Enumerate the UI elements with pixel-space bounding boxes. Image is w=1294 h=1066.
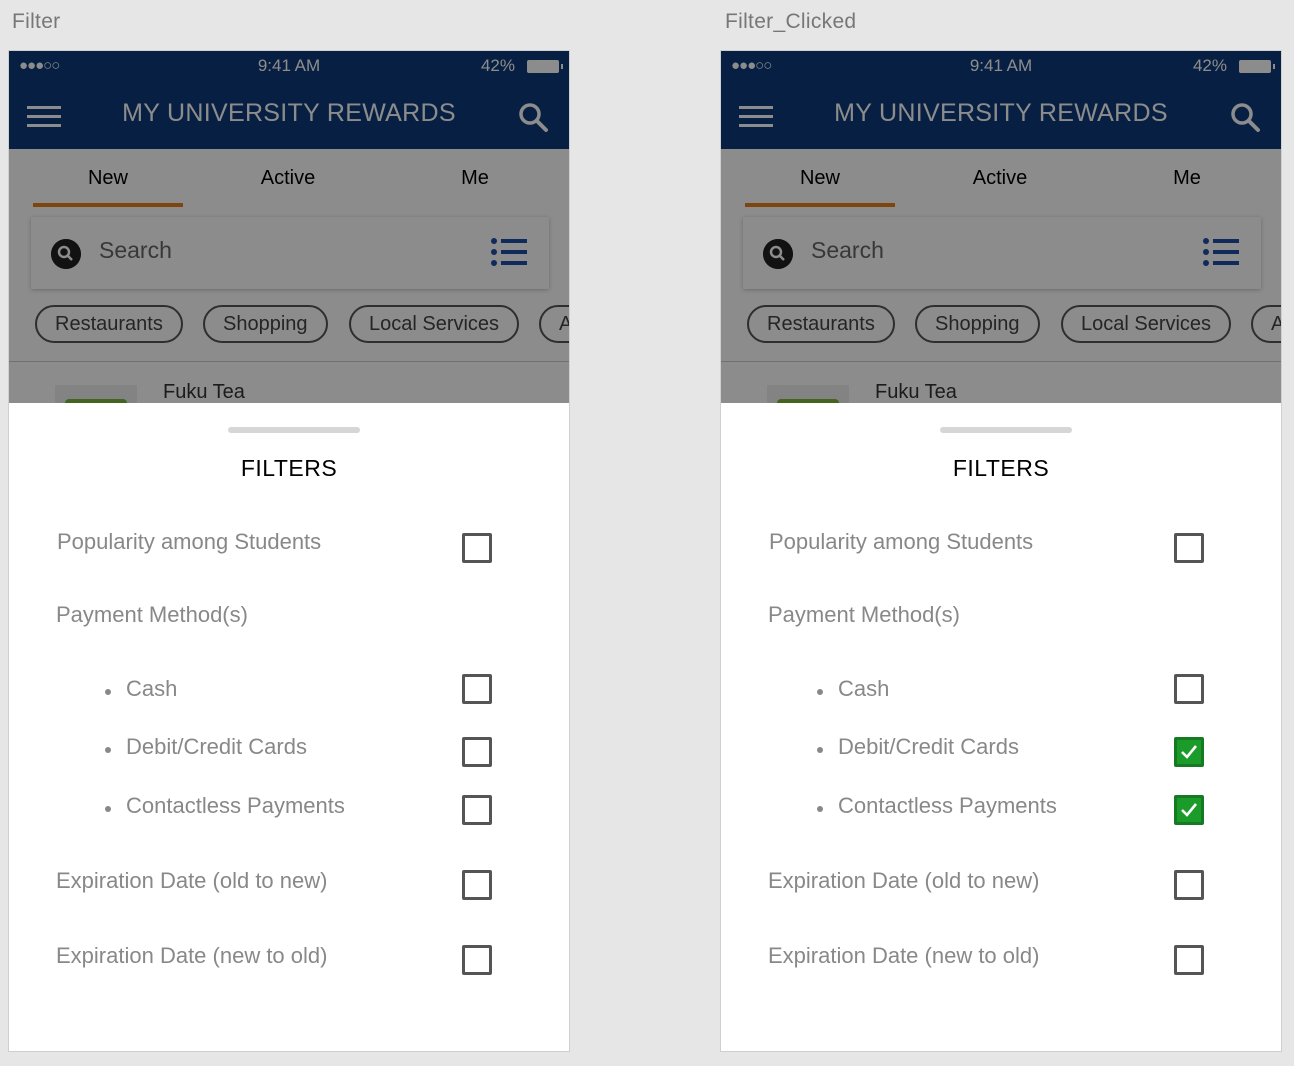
checkmark-icon [1181,803,1198,817]
bullet [817,747,823,753]
filter-label-contactless: Contactless Payments [126,793,345,818]
checkbox-contactless[interactable] [1174,795,1204,825]
checkmark-icon [1181,745,1198,759]
checkbox-exp-old-new[interactable] [462,870,492,900]
checkbox-cash[interactable] [462,674,492,704]
filter-label-exp-new-old: Expiration Date (new to old) [56,943,328,968]
bullet [105,747,111,753]
filter-label-contactless: Contactless Payments [838,793,1057,818]
checkbox-popularity[interactable] [462,533,492,563]
filter-label-exp-old-new: Expiration Date (old to new) [768,868,1040,893]
filter-label-cards: Debit/Credit Cards [126,734,307,759]
checkbox-exp-new-old[interactable] [462,945,492,975]
artboard-label: Filter_Clicked [725,10,857,33]
filter-sheet: FILTERS Popularity among Students Paymen… [721,403,1281,1051]
filters-title: FILTERS [952,455,1050,481]
phone-frame-filter-clicked: ●●●○○ 9:41 AM 42% MY UNIVERSITY REWARDS … [720,50,1282,1052]
sheet-drag-handle[interactable] [940,427,1072,433]
filter-sheet: FILTERS Popularity among Students Paymen… [9,403,569,1051]
checkbox-cards[interactable] [1174,737,1204,767]
sheet-drag-handle[interactable] [228,427,360,433]
artboard-label: Filter [12,10,61,33]
checkbox-exp-old-new[interactable] [1174,870,1204,900]
checkbox-cards[interactable] [462,737,492,767]
filter-label-cash: Cash [126,676,178,701]
bullet [105,689,111,695]
bullet [817,689,823,695]
checkbox-cash[interactable] [1174,674,1204,704]
dim-overlay[interactable] [9,51,569,403]
filter-label-popularity: Popularity among Students [57,529,322,554]
checkbox-exp-new-old[interactable] [1174,945,1204,975]
filter-label-cash: Cash [838,676,890,701]
bullet [105,806,111,812]
filter-label-exp-new-old: Expiration Date (new to old) [768,943,1040,968]
filter-label-exp-old-new: Expiration Date (old to new) [56,868,328,893]
checkbox-popularity[interactable] [1174,533,1204,563]
payment-method-heading: Payment Method(s) [56,602,248,627]
filter-label-cards: Debit/Credit Cards [838,734,1019,759]
bullet [817,806,823,812]
filter-label-popularity: Popularity among Students [769,529,1034,554]
checkbox-contactless[interactable] [462,795,492,825]
filters-title: FILTERS [240,455,338,481]
phone-frame-filter: ●●●○○ 9:41 AM 42% MY UNIVERSITY REWARDS … [8,50,570,1052]
dim-overlay[interactable] [721,51,1281,403]
payment-method-heading: Payment Method(s) [768,602,960,627]
